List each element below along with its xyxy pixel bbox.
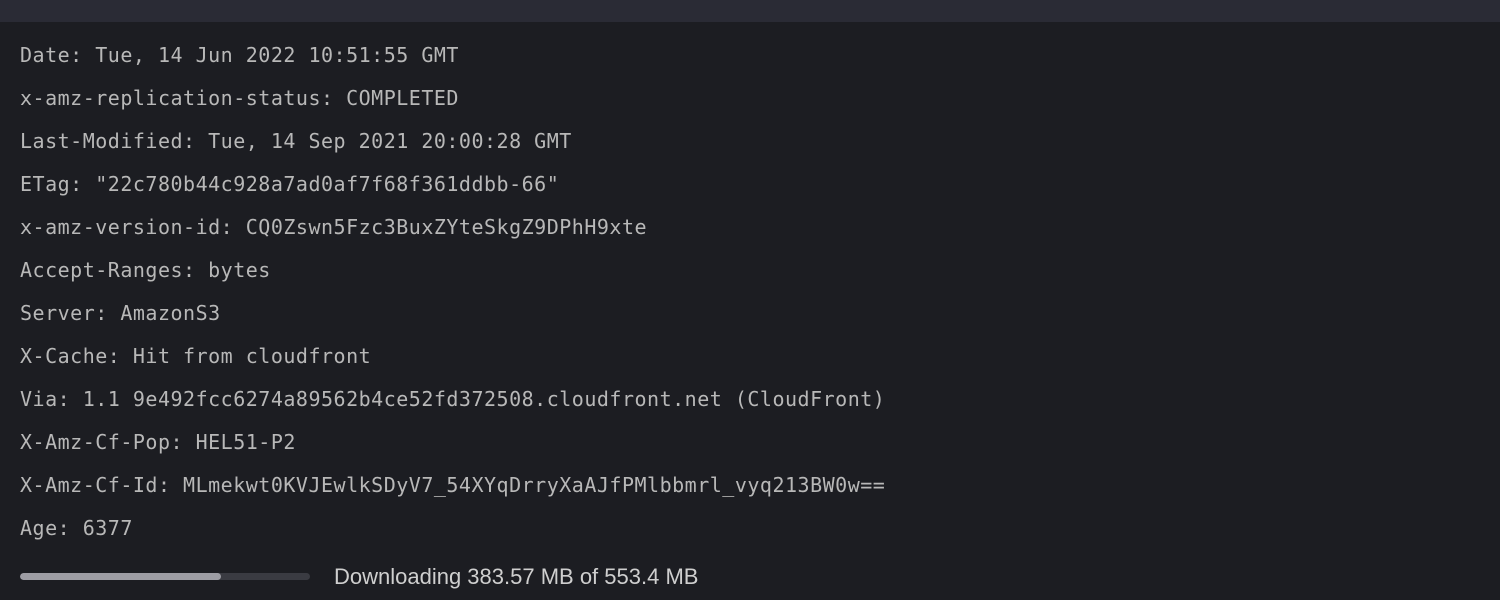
header-line: x-amz-version-id: CQ0Zswn5Fzc3BuxZYteSkg… xyxy=(20,212,1480,243)
header-line: X-Amz-Cf-Pop: HEL51-P2 xyxy=(20,427,1480,458)
header-line: Server: AmazonS3 xyxy=(20,298,1480,329)
header-line: Accept-Ranges: bytes xyxy=(20,255,1480,286)
header-line: Age: 6377 xyxy=(20,513,1480,544)
terminal-output[interactable]: Date: Tue, 14 Jun 2022 10:51:55 GMT x-am… xyxy=(0,22,1500,544)
progress-bar xyxy=(20,573,310,580)
header-line: Via: 1.1 9e492fcc6274a89562b4ce52fd37250… xyxy=(20,384,1480,415)
download-status-bar: Downloading 383.57 MB of 553.4 MB xyxy=(20,560,1480,594)
download-status-text: Downloading 383.57 MB of 553.4 MB xyxy=(334,560,698,594)
progress-fill xyxy=(20,573,221,580)
header-line: x-amz-replication-status: COMPLETED xyxy=(20,83,1480,114)
header-line: X-Cache: Hit from cloudfront xyxy=(20,341,1480,372)
header-line: Last-Modified: Tue, 14 Sep 2021 20:00:28… xyxy=(20,126,1480,157)
header-line: ETag: "22c780b44c928a7ad0af7f68f361ddbb-… xyxy=(20,169,1480,200)
window-titlebar xyxy=(0,0,1500,22)
header-line: X-Amz-Cf-Id: MLmekwt0KVJEwlkSDyV7_54XYqD… xyxy=(20,470,1480,501)
header-line: Date: Tue, 14 Jun 2022 10:51:55 GMT xyxy=(20,40,1480,71)
